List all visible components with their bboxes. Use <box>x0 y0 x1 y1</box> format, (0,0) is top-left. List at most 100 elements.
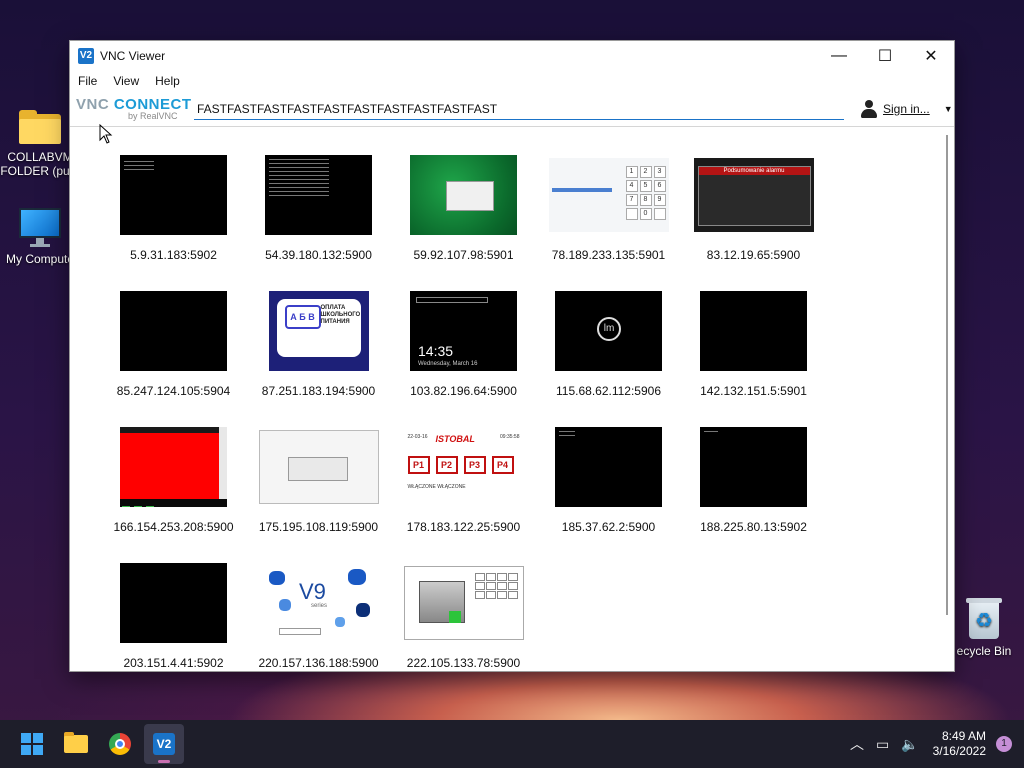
connection-label: 103.82.196.64:5900 <box>410 384 517 398</box>
program-button: P2 <box>435 456 458 474</box>
computer-icon <box>19 208 61 248</box>
connection-label: 54.39.180.132:5900 <box>265 248 372 262</box>
connection-label: 5.9.31.183:5902 <box>130 248 217 262</box>
istobal-status: WŁĄCZONE WŁĄCZONE <box>407 484 466 490</box>
taskbar-vnc-viewer[interactable]: V2 <box>144 724 184 764</box>
connection-tile[interactable]: 85.247.124.105:5904 <box>101 291 246 427</box>
alarm-title: Podsumowanie alarmu <box>698 167 810 175</box>
clock-time: 8:49 AM <box>941 729 986 743</box>
connection-thumbnail <box>265 155 372 235</box>
connection-tile[interactable]: Podsumowanie alarmu 83.12.19.65:5900 <box>681 155 826 291</box>
minimize-button[interactable]: — <box>816 41 862 70</box>
connection-tile[interactable]: 14:35 Wednesday, March 16 103.82.196.64:… <box>391 291 536 427</box>
connection-thumbnail <box>120 427 227 507</box>
sign-in-button[interactable]: Sign in... ▼ <box>860 100 953 118</box>
vertical-scrollbar[interactable] <box>946 135 948 615</box>
connection-tile[interactable]: V9 series 220.157.136.188:5900 <box>246 563 391 671</box>
istobal-time: 09:35:58 <box>500 434 520 440</box>
connection-thumbnail <box>410 155 517 235</box>
keypad-key: 4 <box>625 180 638 192</box>
connection-tile[interactable]: 203.151.4.41:5902 <box>101 563 246 671</box>
connection-tile[interactable]: 222.105.133.78:5900 <box>391 563 536 671</box>
connection-tile[interactable]: А Б В ОПЛАТА ШКОЛЬНОГО ПИТАНИЯ 87.251.18… <box>246 291 391 427</box>
keypad-key: 6 <box>653 180 666 192</box>
connection-label: 85.247.124.105:5904 <box>116 384 231 398</box>
maximize-button[interactable]: ☐ <box>862 41 908 70</box>
connection-thumbnail <box>120 155 227 235</box>
lock-time: 14:35 <box>418 343 454 359</box>
desktop-icon-recycle-bin[interactable]: ♻ ecycle Bin <box>944 598 1024 658</box>
window-controls: — ☐ ✕ <box>816 41 954 70</box>
connection-tile[interactable]: 59.92.107.98:5901 <box>391 155 536 291</box>
connection-thumbnail <box>700 291 807 371</box>
taskbar: V2 ︿ ▭ 🔈 8:49 AM 3/16/2022 1 <box>0 720 1024 768</box>
taskbar-file-explorer[interactable] <box>56 724 96 764</box>
connection-label: 203.151.4.41:5902 <box>123 656 224 670</box>
istobal-date: 22-03-16 <box>407 434 428 440</box>
connection-tile[interactable]: 22-03-16 ISTOBAL 09:35:58 P1 P2 P3 P4 WŁ… <box>391 427 536 563</box>
istobal-logo: ISTOBAL <box>435 434 475 444</box>
close-button[interactable]: ✕ <box>908 41 954 70</box>
connection-tile[interactable]: 54.39.180.132:5900 <box>246 155 391 291</box>
windows-start-icon <box>21 733 43 755</box>
menu-view[interactable]: View <box>105 74 147 88</box>
connection-thumbnail: А Б В ОПЛАТА ШКОЛЬНОГО ПИТАНИЯ <box>268 291 369 371</box>
connection-label: 166.154.253.208:5900 <box>113 520 234 534</box>
connection-thumbnail: 14:35 Wednesday, March 16 <box>410 291 517 371</box>
connection-tile[interactable]: 5.9.31.183:5902 <box>101 155 246 291</box>
clock-date: 3/16/2022 <box>932 744 986 758</box>
connection-label: 83.12.19.65:5900 <box>706 248 801 262</box>
desktop-icon-collabvm-folder[interactable]: COLLABVM FOLDER (pu... <box>0 110 80 178</box>
brand-vnc: VNC <box>76 96 110 113</box>
menu-bar: File View Help <box>70 70 954 92</box>
connection-thumbnail: 22-03-16 ISTOBAL 09:35:58 P1 P2 P3 P4 WŁ… <box>403 430 524 504</box>
desktop-icon-label: ecycle Bin <box>956 644 1012 658</box>
connection-thumbnail: lm <box>555 291 662 371</box>
search-input[interactable] <box>194 98 844 120</box>
chevron-down-icon[interactable]: ▼ <box>944 104 953 114</box>
card-text: ОПЛАТА ШКОЛЬНОГО ПИТАНИЯ <box>320 305 361 325</box>
volume-icon[interactable]: 🔈 <box>901 736 918 753</box>
keypad-key: 0 <box>639 208 652 220</box>
clock[interactable]: 8:49 AM 3/16/2022 <box>933 729 986 759</box>
menu-file[interactable]: File <box>70 74 105 88</box>
desktop-icon-label: COLLABVM FOLDER (pu... <box>0 150 80 178</box>
notification-badge[interactable]: 1 <box>996 736 1012 752</box>
keypad-key <box>625 208 638 220</box>
connections-area: 5.9.31.183:5902 54.39.180.132:5900 59.92… <box>70 127 954 671</box>
menu-help[interactable]: Help <box>147 74 188 88</box>
network-icon[interactable]: ▭ <box>876 736 889 753</box>
taskbar-chrome[interactable] <box>100 724 140 764</box>
connection-label: 87.251.183.194:5900 <box>261 384 376 398</box>
connection-tile[interactable]: 166.154.253.208:5900 <box>101 427 246 563</box>
program-button: P3 <box>463 456 486 474</box>
keypad-key: 2 <box>639 166 652 178</box>
connection-thumbnail <box>555 427 662 507</box>
connection-tile[interactable]: 1 2 3 4 5 6 7 8 9 0 78.189.233.135:5901 <box>536 155 681 291</box>
connection-label: 220.157.136.188:5900 <box>258 656 379 670</box>
chrome-icon <box>109 733 131 755</box>
keypad-key: 5 <box>639 180 652 192</box>
connection-thumbnail <box>258 430 379 504</box>
sign-in-label: Sign in... <box>883 102 930 116</box>
connection-tile[interactable]: 188.225.80.13:5902 <box>681 427 826 563</box>
vnc-app-icon: V2 <box>78 47 94 64</box>
connection-label: 175.195.108.119:5900 <box>258 520 379 534</box>
mint-logo-icon: lm <box>597 317 621 341</box>
desktop-icon-my-computer[interactable]: My Compute <box>0 208 80 266</box>
connection-tile[interactable]: 142.132.151.5:5901 <box>681 291 826 427</box>
connection-tile[interactable]: 185.37.62.2:5900 <box>536 427 681 563</box>
connection-tile[interactable]: lm 115.68.62.112:5906 <box>536 291 681 427</box>
connection-tile[interactable]: 175.195.108.119:5900 <box>246 427 391 563</box>
v9-sub-text: series <box>311 603 328 609</box>
connection-label: 178.183.122.25:5900 <box>406 520 521 534</box>
start-button[interactable] <box>12 724 52 764</box>
active-indicator <box>158 760 170 763</box>
vnc-viewer-icon: V2 <box>153 733 175 755</box>
title-bar[interactable]: V2 VNC Viewer — ☐ ✕ <box>70 41 954 70</box>
show-hidden-icons-icon[interactable]: ︿ <box>850 734 864 754</box>
connection-label: 59.92.107.98:5901 <box>413 248 514 262</box>
connection-label: 78.189.233.135:5901 <box>551 248 666 262</box>
user-icon <box>860 100 878 118</box>
vnc-connect-logo: VNC CONNECT by RealVNC <box>76 94 191 124</box>
